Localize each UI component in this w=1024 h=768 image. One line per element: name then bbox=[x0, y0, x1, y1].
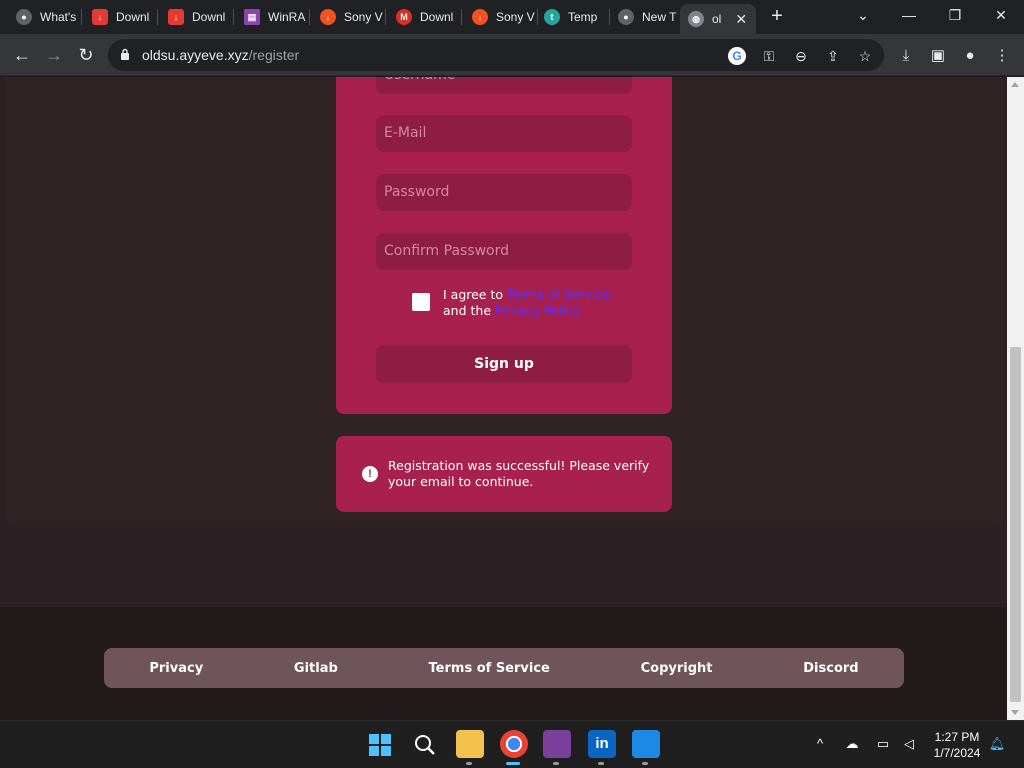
tab-label: Temp bbox=[568, 10, 598, 24]
download-icon: ↓ bbox=[92, 9, 108, 25]
tab-label: New T bbox=[642, 10, 677, 24]
reload-icon[interactable]: ↻ bbox=[74, 43, 98, 67]
search-icon[interactable] bbox=[414, 734, 436, 756]
zoom-icon[interactable]: ⊖ bbox=[792, 47, 810, 65]
minimize-button[interactable]: — bbox=[894, 4, 924, 26]
download-icon: ↓ bbox=[472, 9, 488, 25]
clock-date: 1/7/2024 bbox=[933, 746, 981, 760]
side-panel-icon[interactable]: ▣ bbox=[928, 46, 948, 66]
windows-start-icon[interactable] bbox=[369, 734, 391, 756]
close-tab-icon[interactable]: ✕ bbox=[735, 11, 747, 28]
signup-button[interactable]: Sign up bbox=[376, 345, 632, 383]
clock[interactable]: 1:27 PM 1/7/2024 bbox=[924, 729, 990, 761]
confirm-password-input[interactable]: Confirm Password bbox=[376, 233, 632, 270]
back-icon[interactable]: ← bbox=[10, 43, 34, 67]
tab-active[interactable]: ◍ ol ✕ bbox=[680, 4, 756, 34]
scroll-thumb[interactable] bbox=[1010, 347, 1021, 702]
footer: Privacy Gitlab Terms of Service Copyrigh… bbox=[0, 607, 1007, 720]
tab-label: WinRA bbox=[268, 10, 306, 24]
scroll-down-icon[interactable] bbox=[1011, 710, 1019, 715]
download-icon: ↓ bbox=[320, 9, 336, 25]
volume-muted-icon[interactable]: ◁ bbox=[900, 735, 918, 753]
chrome-icon: ● bbox=[16, 9, 32, 25]
url-text: oldsu.ayyeve.xyz/register bbox=[142, 47, 299, 63]
url-path: /register bbox=[248, 47, 300, 63]
taskbar: in ^ ☁ ▭ ◁ 1:27 PM 1/7/2024 🔔︎ bbox=[0, 720, 1024, 768]
tab-search-icon[interactable]: ⌄ bbox=[848, 4, 878, 26]
footer-link-privacy[interactable]: Privacy bbox=[149, 661, 203, 676]
tab-3[interactable]: ▤ WinRA bbox=[236, 4, 310, 30]
alert-icon: ! bbox=[362, 466, 378, 482]
tab-8[interactable]: ● New T bbox=[610, 4, 680, 30]
chrome-taskbar-icon[interactable] bbox=[500, 730, 528, 758]
username-input[interactable]: Username bbox=[376, 77, 632, 94]
tab-label: Downl bbox=[192, 10, 226, 24]
agree-prefix: I agree to bbox=[443, 287, 507, 302]
email-input[interactable]: E-Mail bbox=[376, 115, 632, 152]
gmail-icon: M bbox=[396, 9, 412, 25]
vertical-scrollbar[interactable] bbox=[1007, 77, 1024, 720]
winrar-icon: ▤ bbox=[244, 9, 260, 25]
agree-checkbox[interactable] bbox=[412, 293, 430, 311]
tab-label: Downl bbox=[116, 10, 150, 24]
password-input[interactable]: Password bbox=[376, 174, 632, 211]
linkedin-icon[interactable]: in bbox=[588, 730, 616, 758]
bookmark-star-icon[interactable]: ☆ bbox=[856, 47, 874, 65]
tab-label: ol bbox=[712, 12, 722, 26]
profile-icon[interactable]: ● bbox=[960, 46, 980, 66]
restore-button[interactable]: ❐ bbox=[940, 4, 970, 26]
network-icon[interactable]: ▭ bbox=[874, 735, 892, 753]
globe-icon: ◍ bbox=[688, 11, 704, 27]
tab-label: Downl bbox=[420, 10, 454, 24]
tab-1[interactable]: ↓ Downl bbox=[84, 4, 158, 30]
notification-bell-icon[interactable]: 🔔︎ bbox=[988, 735, 1006, 753]
tab-label: Sony V bbox=[496, 10, 535, 24]
winrar-taskbar-icon[interactable] bbox=[543, 730, 571, 758]
footer-link-discord[interactable]: Discord bbox=[803, 661, 858, 676]
clock-time: 1:27 PM bbox=[934, 730, 980, 744]
tab-7[interactable]: t Temp bbox=[536, 4, 610, 30]
temp-icon: t bbox=[544, 9, 560, 25]
success-alert: ! Registration was successful! Please ve… bbox=[336, 436, 672, 512]
tab-2[interactable]: ↓ Downl bbox=[160, 4, 234, 30]
download-icon: ↓ bbox=[168, 9, 184, 25]
agree-text: I agree to Terms of Service and the Priv… bbox=[443, 287, 633, 319]
alert-message: Registration was successful! Please veri… bbox=[388, 458, 650, 489]
tab-0[interactable]: ● What's bbox=[8, 4, 82, 30]
close-window-button[interactable]: ✕ bbox=[986, 4, 1016, 26]
key-icon[interactable]: ⚿ bbox=[760, 47, 778, 65]
menu-icon[interactable]: ⋮ bbox=[992, 46, 1012, 66]
agree-mid: and the bbox=[443, 303, 495, 318]
tab-label: What's bbox=[40, 10, 77, 24]
file-explorer-icon[interactable] bbox=[456, 730, 484, 758]
new-tab-button[interactable]: + bbox=[766, 5, 788, 27]
lock-icon bbox=[121, 48, 129, 60]
footer-nav: Privacy Gitlab Terms of Service Copyrigh… bbox=[104, 648, 904, 688]
onedrive-icon[interactable]: ☁ bbox=[843, 735, 861, 753]
tray-overflow-icon[interactable]: ^ bbox=[811, 735, 829, 753]
scroll-up-icon[interactable] bbox=[1011, 82, 1019, 87]
tab-6[interactable]: ↓ Sony V bbox=[464, 4, 538, 30]
terms-link[interactable]: Terms of Service bbox=[507, 287, 610, 302]
forward-icon[interactable]: → bbox=[42, 43, 66, 67]
browser-toolbar: ← → ↻ oldsu.ayyeve.xyz/register G ⚿ ⊖ ⇪ … bbox=[0, 34, 1024, 76]
tab-strip: ● What's ↓ Downl ↓ Downl ▤ WinRA ↓ Sony … bbox=[0, 0, 1024, 34]
register-form: Username E-Mail Password Confirm Passwor… bbox=[336, 77, 672, 414]
downloads-icon[interactable]: ⤓ bbox=[896, 46, 916, 66]
address-bar[interactable]: oldsu.ayyeve.xyz/register G ⚿ ⊖ ⇪ ☆ bbox=[108, 39, 884, 71]
tab-label: Sony V bbox=[344, 10, 383, 24]
page-viewport: Username E-Mail Password Confirm Passwor… bbox=[0, 77, 1007, 720]
google-lens-icon[interactable]: G bbox=[728, 47, 746, 65]
footer-link-terms[interactable]: Terms of Service bbox=[429, 661, 550, 676]
tab-5[interactable]: M Downl bbox=[388, 4, 462, 30]
privacy-link[interactable]: Privacy Policy bbox=[495, 303, 580, 318]
tab-4[interactable]: ↓ Sony V bbox=[312, 4, 386, 30]
share-icon[interactable]: ⇪ bbox=[824, 47, 842, 65]
url-host: oldsu.ayyeve.xyz bbox=[142, 47, 249, 63]
footer-link-gitlab[interactable]: Gitlab bbox=[294, 661, 338, 676]
video-editor-icon[interactable] bbox=[632, 730, 660, 758]
chrome-icon: ● bbox=[618, 9, 634, 25]
footer-link-copyright[interactable]: Copyright bbox=[641, 661, 713, 676]
